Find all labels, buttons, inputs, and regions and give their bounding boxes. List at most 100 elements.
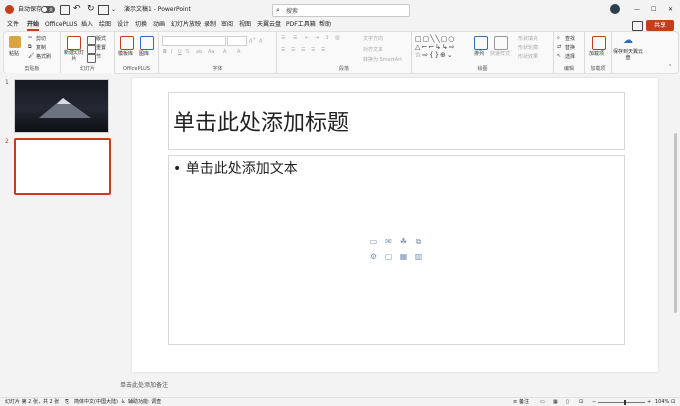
- insert-grid-icon[interactable]: ▦: [399, 253, 408, 261]
- new-slide-button[interactable]: 新建幻灯片: [63, 50, 85, 62]
- slide-thumbnail-1[interactable]: [14, 79, 109, 133]
- font-color-icon[interactable]: A: [223, 49, 226, 55]
- insert-chart-icon[interactable]: ✉: [384, 238, 393, 246]
- tab-insert[interactable]: 插入: [81, 19, 93, 31]
- account-avatar[interactable]: [610, 4, 620, 14]
- copy-icon[interactable]: ⧉: [28, 44, 32, 50]
- insert-table-icon[interactable]: ▭: [369, 238, 378, 246]
- shapes-gallery[interactable]: □▢╲╲▢○ △⌐⌐↳↳⇨ ☆⇨{}⊕⌄: [415, 35, 467, 59]
- paste-icon[interactable]: [9, 36, 21, 48]
- shape-fill-button[interactable]: 形状填充: [518, 35, 538, 42]
- align-text-button[interactable]: 对齐文本: [363, 46, 383, 53]
- distribute-icon[interactable]: ☰: [321, 47, 325, 53]
- select-button[interactable]: 选择: [565, 53, 575, 60]
- numbering-icon[interactable]: ☰: [293, 35, 297, 41]
- change-case-icon[interactable]: Aa: [208, 49, 214, 55]
- columns-icon[interactable]: ▥: [335, 35, 340, 41]
- strikethrough-icon[interactable]: S: [186, 49, 189, 55]
- template-icon[interactable]: [120, 36, 134, 50]
- copy-button[interactable]: 复制: [36, 44, 46, 51]
- align-left-icon[interactable]: ☰: [281, 47, 285, 53]
- tab-transitions[interactable]: 切换: [135, 19, 147, 31]
- layout-button[interactable]: 版式: [96, 35, 106, 42]
- italic-icon[interactable]: I: [171, 49, 172, 55]
- replace-icon[interactable]: ⇄: [557, 44, 561, 50]
- spacing-icon[interactable]: ab: [196, 49, 202, 55]
- insert-bar-chart-icon[interactable]: ▥: [414, 253, 423, 261]
- underline-icon[interactable]: U: [178, 49, 182, 55]
- select-icon[interactable]: ↖: [557, 53, 561, 59]
- format-painter-icon[interactable]: 🖌: [28, 53, 34, 59]
- tab-help[interactable]: 帮助: [319, 19, 331, 31]
- tab-cloud[interactable]: 天翼云盘: [257, 19, 281, 31]
- collapse-ribbon-icon[interactable]: ⌃: [668, 64, 672, 70]
- paste-button[interactable]: 粘贴: [9, 50, 19, 57]
- tab-home[interactable]: 开始: [27, 19, 40, 31]
- tab-record[interactable]: 录制: [204, 19, 216, 31]
- addin-button[interactable]: 加载项: [589, 50, 604, 57]
- bold-icon[interactable]: B: [163, 49, 167, 55]
- title-placeholder[interactable]: 单击此处添加标题: [168, 92, 625, 150]
- close-icon[interactable]: ✕: [668, 0, 673, 19]
- font-size-select[interactable]: [227, 36, 247, 46]
- minimize-icon[interactable]: —: [634, 0, 640, 19]
- align-center-icon[interactable]: ☰: [291, 47, 295, 53]
- shape-outline-button[interactable]: 形状轮廓: [518, 44, 538, 51]
- shape-effects-button[interactable]: 形状效果: [518, 53, 538, 60]
- tab-review[interactable]: 审阅: [221, 19, 233, 31]
- undo-icon[interactable]: ↶: [73, 0, 81, 19]
- redo-icon[interactable]: ↻: [87, 0, 95, 19]
- share-button[interactable]: 共享: [646, 20, 674, 31]
- line-spacing-icon[interactable]: ↕: [325, 35, 329, 41]
- font-name-select[interactable]: [162, 36, 226, 46]
- tab-file[interactable]: 文件: [7, 19, 19, 31]
- cloud-icon[interactable]: ☁: [623, 35, 633, 46]
- smartart-button[interactable]: 转换为 SmartArt: [363, 56, 402, 63]
- cut-button[interactable]: 剪切: [36, 35, 46, 42]
- insert-video-icon[interactable]: ▢: [384, 253, 393, 261]
- replace-button[interactable]: 替换: [565, 44, 575, 51]
- layout-icon[interactable]: [87, 36, 96, 45]
- bullets-icon[interactable]: ☰: [281, 35, 285, 41]
- increase-font-icon[interactable]: A+: [249, 36, 256, 45]
- vertical-scrollbar[interactable]: [673, 73, 679, 381]
- tab-officeplus[interactable]: OfficePLUS: [45, 19, 77, 31]
- cloud-save-button[interactable]: 保存到天翼云盘: [613, 49, 643, 61]
- insert-3d-icon[interactable]: ⧉: [414, 238, 423, 246]
- tab-pdf[interactable]: PDF工具箱: [286, 19, 316, 31]
- comment-icon[interactable]: [632, 21, 643, 31]
- new-slide-icon[interactable]: [67, 36, 81, 50]
- tab-design[interactable]: 设计: [117, 19, 129, 31]
- zoom-slider[interactable]: [598, 402, 645, 403]
- highlight-icon[interactable]: A: [237, 49, 240, 55]
- decrease-font-icon[interactable]: A-: [259, 36, 264, 45]
- find-button[interactable]: 查找: [565, 35, 575, 42]
- addin-icon[interactable]: [592, 36, 606, 50]
- slide-thumbnail-2[interactable]: [14, 138, 111, 195]
- find-icon[interactable]: ⌕: [557, 35, 560, 41]
- indent-icon[interactable]: ⇤: [305, 35, 309, 41]
- zoom-slider-thumb[interactable]: [624, 400, 626, 405]
- tab-slideshow[interactable]: 幻灯片放映: [171, 19, 201, 31]
- content-placeholder[interactable]: • 单击此处添加文本 ▭ ✉ ☘ ⧉ ⚙ ▢ ▦ ▥: [168, 155, 625, 345]
- justify-icon[interactable]: ☰: [311, 47, 315, 53]
- format-painter-button[interactable]: 格式刷: [36, 53, 51, 60]
- reset-button[interactable]: 重置: [96, 44, 106, 51]
- notes-placeholder[interactable]: 单击此处添加备注: [120, 380, 168, 389]
- section-icon[interactable]: [87, 54, 96, 63]
- scrollbar-thumb[interactable]: [674, 133, 677, 313]
- tab-view[interactable]: 视图: [239, 19, 251, 31]
- quick-styles-icon[interactable]: [494, 36, 508, 50]
- section-button[interactable]: 节: [96, 53, 101, 60]
- search-input[interactable]: ⌕ 搜索: [272, 4, 410, 17]
- outdent-icon[interactable]: ⇥: [315, 35, 319, 41]
- reset-icon[interactable]: [87, 45, 96, 54]
- tab-draw[interactable]: 绘图: [99, 19, 111, 31]
- maximize-icon[interactable]: ☐: [651, 0, 656, 19]
- arrange-icon[interactable]: [474, 36, 488, 50]
- tab-animations[interactable]: 动画: [153, 19, 165, 31]
- qat-more-icon[interactable]: ⌄: [111, 0, 116, 19]
- insert-smartart-icon[interactable]: ☘: [399, 238, 408, 246]
- text-direction-button[interactable]: 文字方向: [363, 35, 383, 42]
- template-button[interactable]: 模板库: [118, 50, 133, 57]
